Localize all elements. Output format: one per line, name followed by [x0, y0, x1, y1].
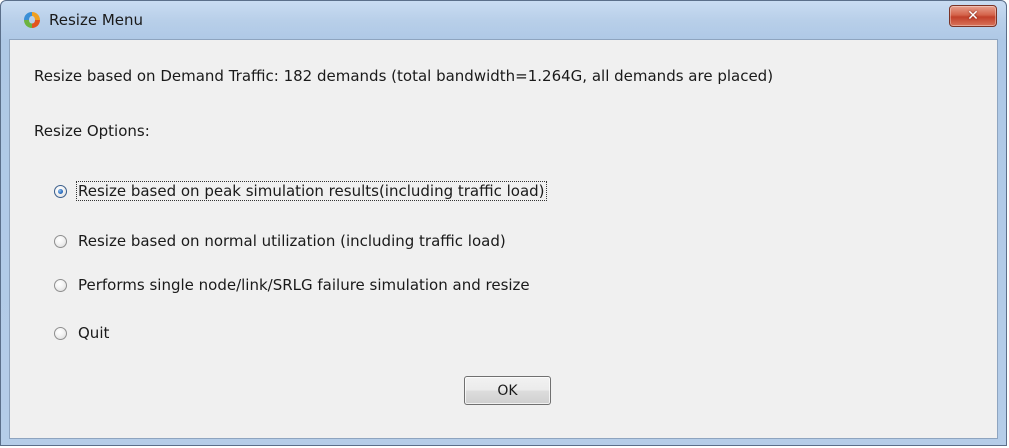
- option-normal-utilization[interactable]: Resize based on normal utilization (incl…: [54, 231, 507, 251]
- demand-traffic-info: Resize based on Demand Traffic: 182 dema…: [34, 67, 774, 85]
- close-button[interactable]: ✕: [949, 5, 997, 27]
- option-failure-simulation[interactable]: Performs single node/link/SRLG failure s…: [54, 275, 531, 295]
- radio-button[interactable]: [54, 326, 67, 340]
- ok-button[interactable]: OK: [464, 376, 551, 405]
- radio-button[interactable]: [54, 234, 67, 248]
- option-label[interactable]: Resize based on peak simulation results(…: [76, 181, 547, 201]
- option-label[interactable]: Quit: [77, 324, 110, 342]
- option-peak-simulation[interactable]: Resize based on peak simulation results(…: [54, 181, 547, 201]
- option-quit[interactable]: Quit: [54, 323, 110, 343]
- dialog-content: Resize based on Demand Traffic: 182 dema…: [9, 39, 998, 439]
- radio-button[interactable]: [54, 278, 67, 292]
- close-icon: ✕: [967, 8, 979, 24]
- window-title: Resize Menu: [49, 11, 144, 29]
- radio-button-selected[interactable]: [54, 184, 67, 198]
- radio-dot-icon: [58, 188, 63, 194]
- title-bar[interactable]: Resize Menu ✕: [1, 1, 1006, 39]
- option-label[interactable]: Performs single node/link/SRLG failure s…: [77, 276, 531, 294]
- app-logo-icon: [22, 10, 42, 30]
- option-label[interactable]: Resize based on normal utilization (incl…: [77, 232, 507, 250]
- resize-menu-window: Resize Menu ✕ Resize based on Demand Tra…: [0, 0, 1007, 446]
- resize-options-label: Resize Options:: [34, 122, 150, 140]
